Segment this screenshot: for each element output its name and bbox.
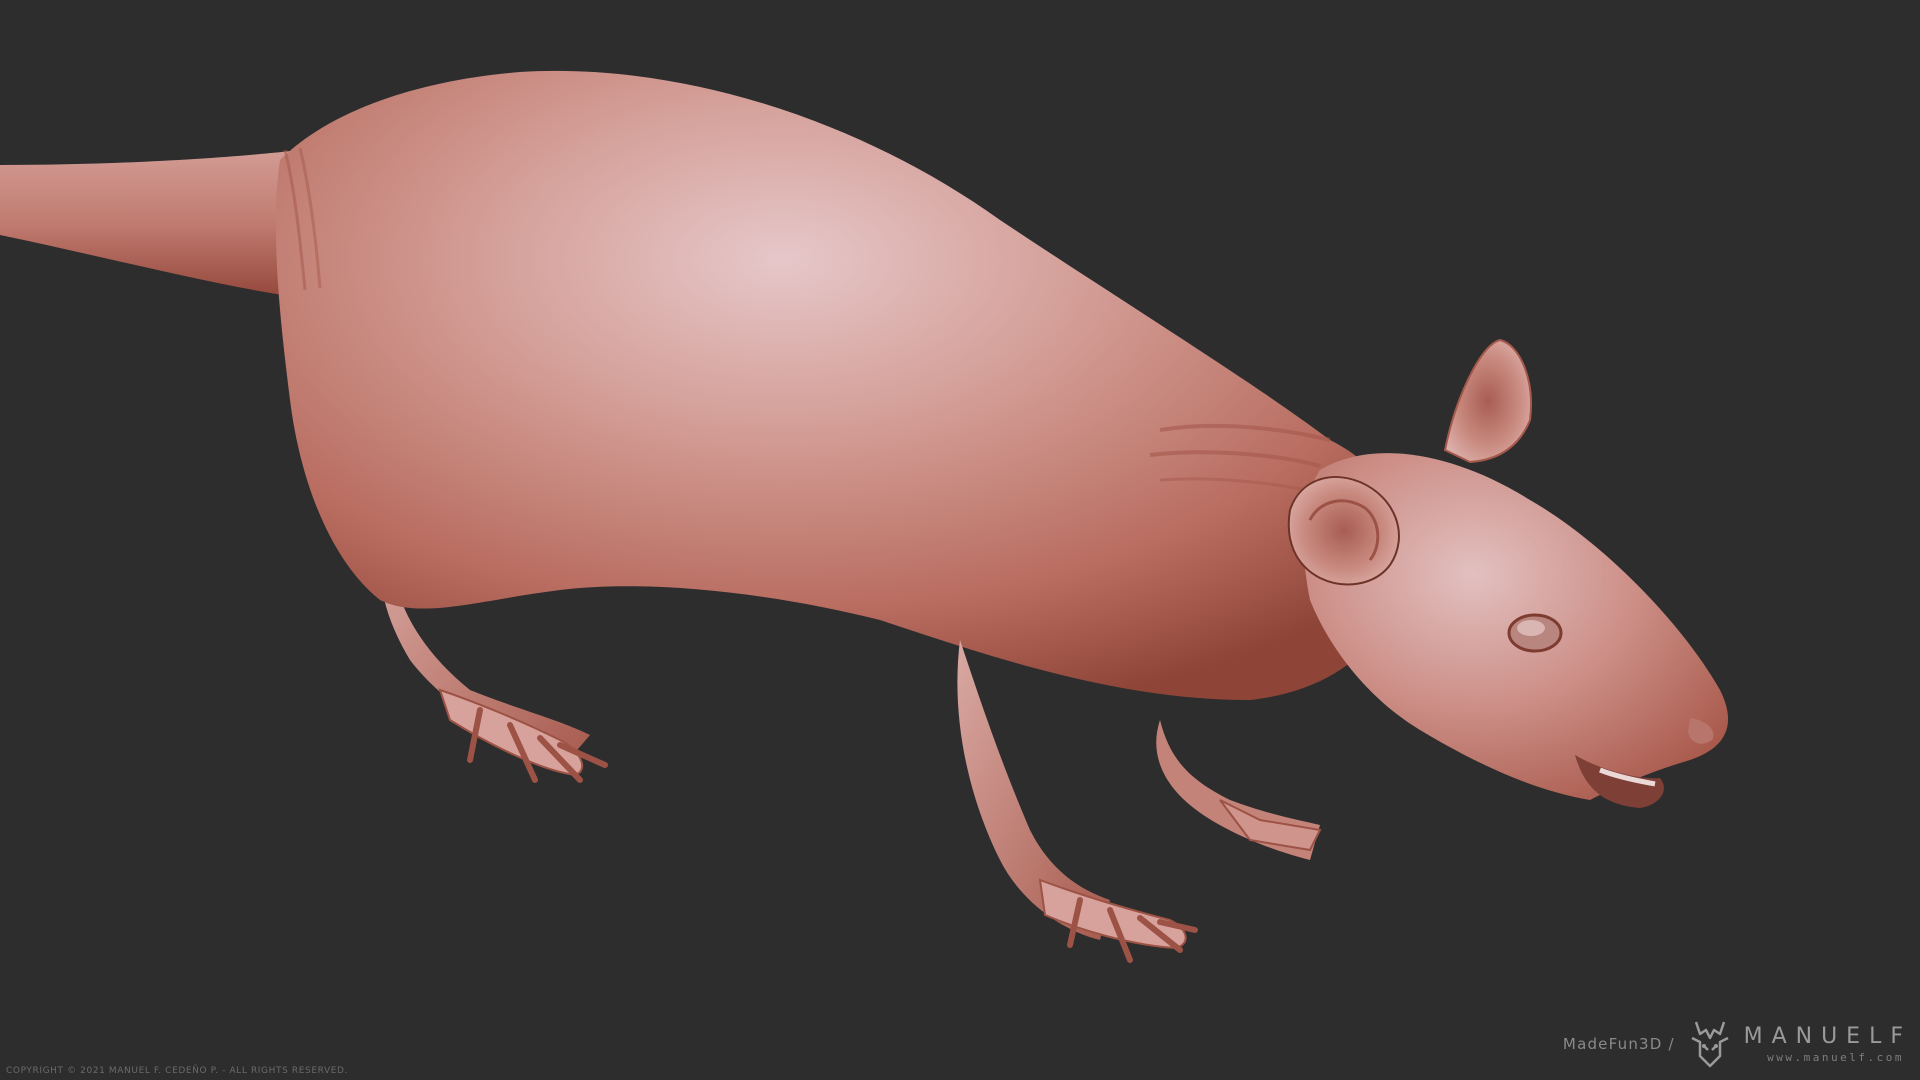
- brand-url: www.manuelf.com: [1767, 1050, 1904, 1064]
- horned-skull-logo-icon: [1691, 1021, 1729, 1068]
- copyright-notice: COPYRIGHT © 2021 MANUEL F. CEDEÑO P. - A…: [6, 1066, 349, 1076]
- rat-sculpt-icon: [0, 70, 1729, 963]
- brand-name: MANUELF: [1743, 1023, 1912, 1049]
- watermark-separator: /: [1668, 1035, 1674, 1053]
- brand-watermark: MadeFun3D / MANUELF www.manuelf.com: [1563, 1012, 1912, 1076]
- brand-block: MANUELF www.manuelf.com: [1743, 1023, 1912, 1064]
- front-foot: [1038, 878, 1198, 963]
- viewport: COPYRIGHT © 2021 MANUEL F. CEDEÑO P. - A…: [0, 0, 1920, 1080]
- studio-name: MadeFun3D: [1562, 1035, 1663, 1053]
